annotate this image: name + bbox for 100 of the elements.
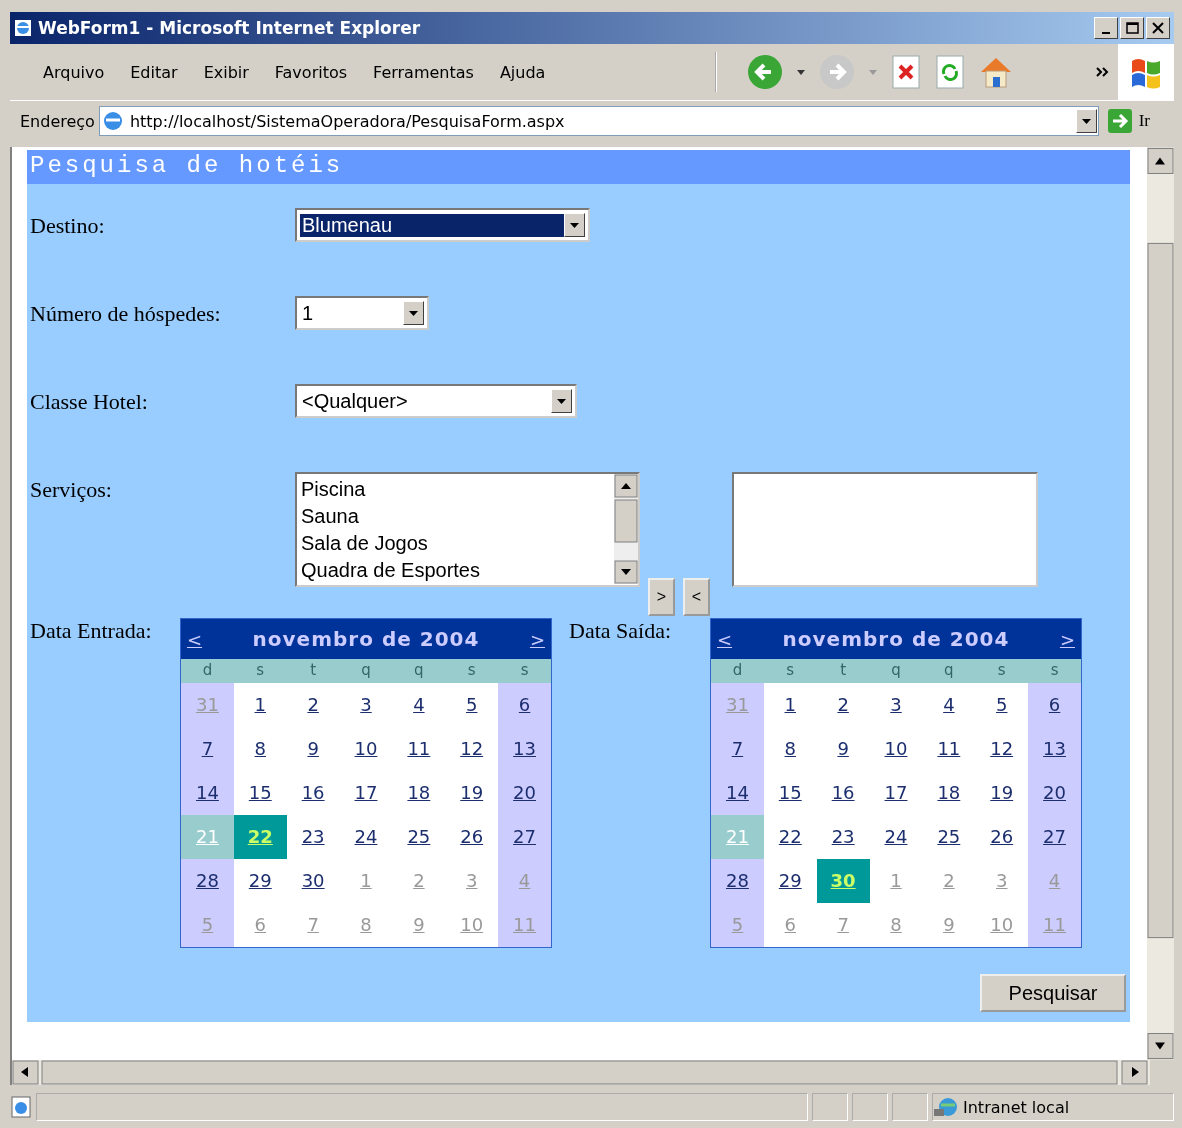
calendar-day[interactable]: 2: [286, 683, 340, 727]
calendar-day[interactable]: 26: [975, 815, 1029, 859]
calendar-day[interactable]: 3: [869, 683, 923, 727]
calendar-day[interactable]: 3: [339, 683, 393, 727]
calendar-day[interactable]: 20: [498, 771, 551, 815]
calendar-day[interactable]: 19: [445, 771, 499, 815]
calendar-day[interactable]: 4: [392, 683, 446, 727]
weekday-label: q: [392, 659, 446, 683]
calendar-day[interactable]: 16: [286, 771, 340, 815]
calendar-day[interactable]: 18: [392, 771, 446, 815]
list-option[interactable]: Sala de Jogos: [301, 530, 610, 557]
calendar-day[interactable]: 22: [763, 815, 817, 859]
calendar-day[interactable]: 6: [498, 683, 551, 727]
weekday-label: s: [1028, 659, 1081, 683]
calendar-day[interactable]: 9: [816, 727, 870, 771]
list-box[interactable]: Piscina Sauna Sala de Jogos Quadra de Esportes: [295, 472, 640, 587]
go-button[interactable]: Ir: [1102, 108, 1174, 134]
calendar-day[interactable]: 28: [711, 859, 764, 903]
address-label: Endereço: [20, 111, 95, 131]
dropdown-button[interactable]: [1075, 109, 1097, 133]
calendar-day[interactable]: 18: [922, 771, 976, 815]
calendar-day[interactable]: 27: [1028, 815, 1081, 859]
chevron-icon[interactable]: [1095, 65, 1111, 79]
calendar-day[interactable]: 16: [816, 771, 870, 815]
scrollbar-drawing[interactable]: [614, 474, 638, 584]
calendar-day[interactable]: 1: [233, 683, 287, 727]
next-month-link[interactable]: >: [529, 628, 545, 650]
calendar-day[interactable]: 12: [445, 727, 499, 771]
calendar-day[interactable]: 13: [498, 727, 551, 771]
dropdown-button[interactable]: [564, 213, 585, 237]
calendar-day[interactable]: 26: [445, 815, 499, 859]
calendar-day[interactable]: 13: [1028, 727, 1081, 771]
vertical-scrollbar-drawing[interactable]: [1147, 147, 1174, 1060]
calendar-day[interactable]: 23: [816, 815, 870, 859]
calendar-day[interactable]: 2: [816, 683, 870, 727]
calendar-day[interactable]: 17: [339, 771, 393, 815]
calendar-day[interactable]: 1: [763, 683, 817, 727]
calendar-day[interactable]: 20: [1028, 771, 1081, 815]
calendar-day[interactable]: 28: [181, 859, 234, 903]
add-button[interactable]: >: [648, 578, 675, 616]
minimize-button[interactable]: [1094, 17, 1118, 39]
calendar-day[interactable]: 19: [975, 771, 1029, 815]
calendar-day[interactable]: 15: [763, 771, 817, 815]
dropdown[interactable]: Blumenau: [295, 208, 590, 242]
calendar-day[interactable]: 24: [339, 815, 393, 859]
remove-button[interactable]: <: [683, 578, 710, 616]
calendar-day[interactable]: 9: [286, 727, 340, 771]
calendar-day[interactable]: 6: [1028, 683, 1081, 727]
calendar-day[interactable]: 12: [975, 727, 1029, 771]
calendar-day[interactable]: 14: [711, 771, 764, 815]
list-box[interactable]: [732, 472, 1038, 587]
calendar-day[interactable]: 25: [392, 815, 446, 859]
calendar-day[interactable]: 5: [975, 683, 1029, 727]
address-field[interactable]: http://localhost/SistemaOperadora/PesquisaForm.aspx: [98, 106, 1099, 136]
menu-item[interactable]: Favoritos: [274, 62, 348, 82]
dropdown-button[interactable]: [403, 301, 424, 325]
menu-item[interactable]: Editar: [130, 62, 178, 82]
calendar-day[interactable]: 23: [286, 815, 340, 859]
calendar-day[interactable]: 7: [711, 727, 764, 771]
close-button[interactable]: [1146, 17, 1170, 39]
calendar-day[interactable]: 8: [233, 727, 287, 771]
calendar-day[interactable]: 27: [498, 815, 551, 859]
dropdown[interactable]: <Qualquer>: [295, 384, 577, 418]
minimize-icon: [1102, 32, 1110, 34]
list-option[interactable]: Quadra de Esportes: [301, 557, 610, 584]
refresh-icon[interactable]: [933, 54, 967, 90]
calendar-day[interactable]: 10: [869, 727, 923, 771]
calendar-day[interactable]: 5: [445, 683, 499, 727]
stop-icon[interactable]: [889, 54, 923, 90]
calendar-day[interactable]: 17: [869, 771, 923, 815]
maximize-button[interactable]: [1120, 17, 1144, 39]
calendar-day[interactable]: 11: [922, 727, 976, 771]
next-month-link[interactable]: >: [1059, 628, 1075, 650]
calendar-day[interactable]: 7: [181, 727, 234, 771]
list-option[interactable]: Sauna: [301, 503, 610, 530]
weekday-label: q: [922, 659, 976, 683]
calendar-day[interactable]: 14: [181, 771, 234, 815]
menu-item[interactable]: Exibir: [203, 62, 249, 82]
list-option[interactable]: Piscina: [301, 476, 610, 503]
dropdown-button[interactable]: [551, 389, 572, 413]
dropdown[interactable]: 1: [295, 296, 429, 330]
calendar-day[interactable]: 30: [286, 859, 340, 903]
menu-item[interactable]: Ajuda: [499, 62, 546, 82]
horizontal-scrollbar-drawing[interactable]: [12, 1060, 1150, 1085]
calendar-day[interactable]: 25: [922, 815, 976, 859]
calendar-day[interactable]: 10: [339, 727, 393, 771]
previous-month-link[interactable]: <: [717, 628, 733, 650]
menu-item[interactable]: Ferramentas: [373, 62, 474, 82]
search-button[interactable]: Pesquisar: [980, 974, 1127, 1012]
field-label: Destino:: [30, 212, 106, 240]
calendar-day[interactable]: 24: [869, 815, 923, 859]
calendar-day[interactable]: 29: [763, 859, 817, 903]
previous-month-link[interactable]: <: [187, 628, 203, 650]
menu-item[interactable]: Arquivo: [43, 62, 105, 82]
calendar-day[interactable]: 8: [763, 727, 817, 771]
calendar-day[interactable]: 11: [392, 727, 446, 771]
calendar-day[interactable]: 4: [922, 683, 976, 727]
status-panel: [852, 1093, 888, 1121]
calendar-day[interactable]: 29: [233, 859, 287, 903]
calendar-day[interactable]: 15: [233, 771, 287, 815]
